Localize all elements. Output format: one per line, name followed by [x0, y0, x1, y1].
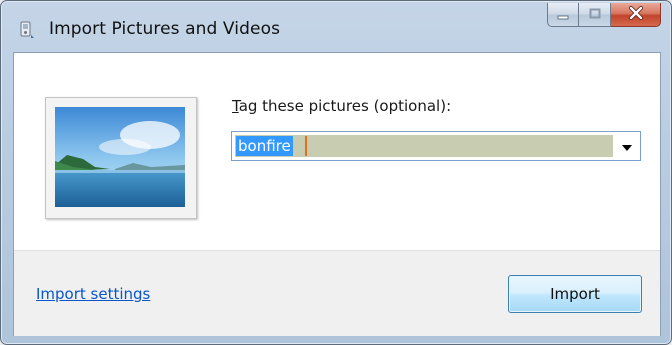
tag-dropdown-button[interactable]	[614, 132, 640, 160]
import-dialog-window: Import Pictures and Videos Tag these pic…	[0, 0, 672, 345]
window-title: Import Pictures and Videos	[49, 19, 281, 39]
maximize-button[interactable]	[579, 3, 611, 27]
tag-label-accesskey: T	[232, 97, 239, 115]
close-icon	[628, 5, 644, 24]
minimize-icon	[556, 5, 570, 24]
title-bar[interactable]: Import Pictures and Videos	[1, 1, 671, 51]
tag-input-value: bonfire	[236, 136, 293, 156]
tag-pictures-label: Tag these pictures (optional):	[232, 97, 451, 115]
dialog-content: Tag these pictures (optional): bonfire I…	[13, 52, 661, 336]
tag-label-text: ag these pictures (optional):	[238, 97, 452, 115]
minimize-button[interactable]	[547, 3, 579, 27]
text-caret	[305, 136, 307, 156]
picture-thumbnail	[45, 97, 197, 219]
caption-buttons	[547, 3, 661, 29]
tag-combobox[interactable]: bonfire	[231, 131, 641, 161]
chevron-down-icon	[621, 137, 633, 156]
import-button[interactable]: Import	[508, 275, 642, 313]
close-button[interactable]	[611, 3, 661, 27]
camera-import-icon	[17, 20, 37, 40]
import-settings-link[interactable]: Import settings	[36, 285, 150, 303]
maximize-icon	[588, 5, 602, 24]
